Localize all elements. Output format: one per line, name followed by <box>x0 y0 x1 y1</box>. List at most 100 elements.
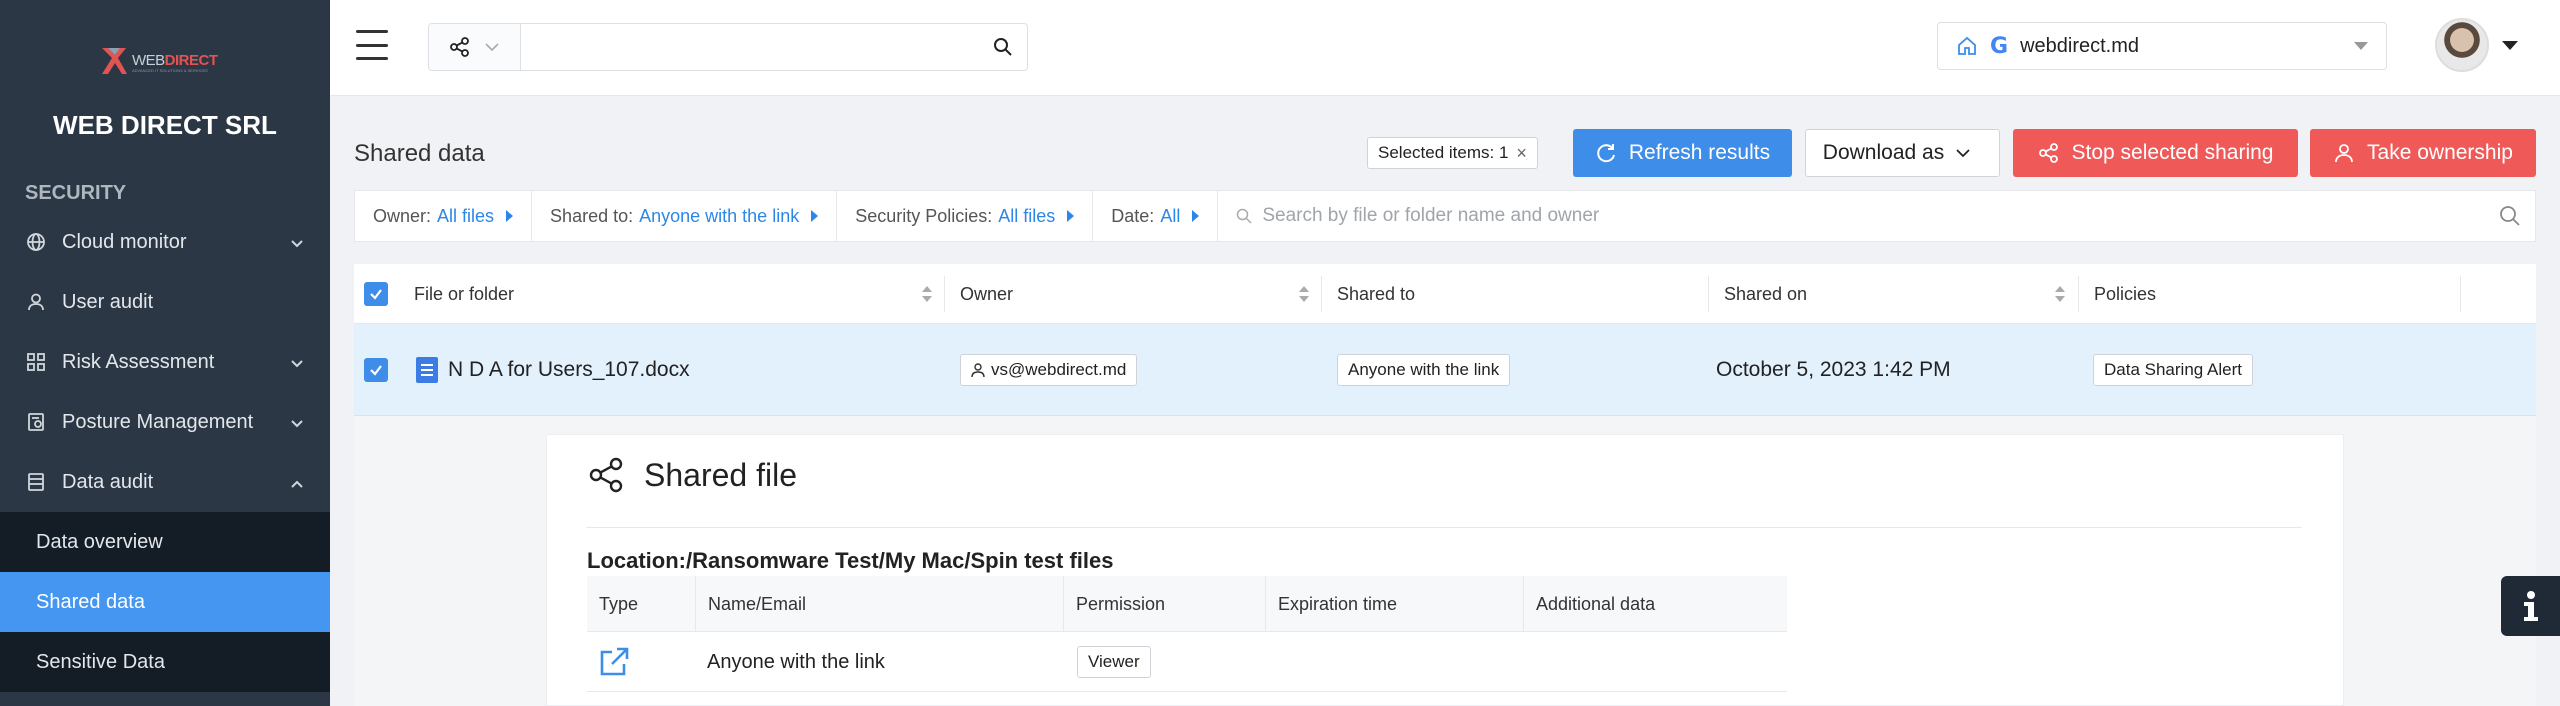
external-link-icon[interactable] <box>597 645 631 679</box>
clipboard-icon <box>24 410 48 434</box>
policy-tag: Data Sharing Alert <box>2093 354 2253 386</box>
sidebar-item-cloud-monitor[interactable]: Cloud monitor <box>0 212 330 272</box>
sidebar-item-data-audit[interactable]: Data audit <box>0 452 330 512</box>
filter-label: Owner: <box>373 205 432 226</box>
caret-right-icon <box>1192 210 1200 222</box>
home-icon <box>1958 36 1976 55</box>
user-icon <box>24 290 48 314</box>
sidebar-item-label: Posture Management <box>62 410 254 433</box>
table-row[interactable]: N D A for Users_107.docx vs@webdirect.md… <box>354 324 2536 416</box>
permissions-table-header: Type Name/Email Permission Expiration ti… <box>587 576 1787 632</box>
logo-mark-icon <box>102 48 127 74</box>
share-icon <box>2038 143 2058 163</box>
search-input[interactable] <box>523 24 983 70</box>
column-header-expiration: Expiration time <box>1265 576 1523 632</box>
file-cell[interactable]: N D A for Users_107.docx <box>416 324 690 416</box>
search-icon[interactable] <box>2499 205 2521 227</box>
file-search <box>1218 190 2535 242</box>
user-icon <box>2335 144 2353 163</box>
permission-cell: Viewer <box>1077 632 1151 692</box>
logo-tagline: ADVANCED IT SOLUTIONS & SERVICES <box>132 68 208 73</box>
sidebar-subitem-label: Sensitive Data <box>36 650 165 673</box>
selected-items-badge: Selected items: 1 × <box>1367 137 1538 169</box>
sort-icon[interactable] <box>2054 284 2066 304</box>
info-button[interactable] <box>2501 576 2560 636</box>
share-icon <box>450 37 469 57</box>
column-header-file[interactable]: File or folder <box>414 264 514 324</box>
sidebar-item-label: Risk Assessment <box>62 350 215 373</box>
filter-value: Anyone with the link <box>639 205 800 226</box>
sidebar-item-label: User audit <box>62 290 154 313</box>
download-as-button[interactable]: Download as <box>1805 129 2000 177</box>
sort-icon[interactable] <box>921 284 933 304</box>
user-icon <box>971 363 985 378</box>
close-icon[interactable]: × <box>1516 143 1527 164</box>
filter-owner[interactable]: Owner: All files <box>355 190 533 242</box>
info-icon <box>2523 591 2538 621</box>
filter-value: All files <box>437 205 495 226</box>
policies-cell: Data Sharing Alert <box>2093 324 2253 416</box>
row-checkbox[interactable] <box>364 358 388 382</box>
name-cell: Anyone with the link <box>707 650 885 673</box>
search-icon[interactable] <box>993 37 1013 57</box>
button-label: Refresh results <box>1628 141 1771 164</box>
filter-date[interactable]: Date: All <box>1093 190 1219 242</box>
filter-security-policies[interactable]: Security Policies: All files <box>837 190 1094 242</box>
chevron-down-icon <box>290 234 304 248</box>
sidebar-subitem-label: Shared data <box>36 590 145 613</box>
refresh-results-button[interactable]: Refresh results <box>1573 129 1792 177</box>
google-icon: G <box>1990 33 2009 59</box>
database-icon <box>24 470 48 494</box>
company-name: WEB DIRECT SRL <box>53 110 277 140</box>
company-logo[interactable]: WEBDIRECT ADVANCED IT SOLUTIONS & SERVIC… <box>98 44 238 78</box>
column-header-policies: Policies <box>2094 283 2157 304</box>
permissions-table-row: Anyone with the link Viewer <box>587 632 1787 692</box>
sidebar-item-label: Data audit <box>62 470 154 493</box>
globe-icon <box>24 230 48 254</box>
refresh-icon <box>1597 144 1615 163</box>
global-search <box>428 23 1028 71</box>
filter-value: All files <box>998 205 1056 226</box>
sidebar-subitem-shared-data[interactable]: Shared data <box>0 572 330 632</box>
file-search-input[interactable] <box>1262 196 2363 236</box>
menu-icon[interactable] <box>356 30 388 60</box>
sidebar-subitem-sensitive-data[interactable]: Sensitive Data <box>0 632 330 692</box>
sidebar-item-posture-management[interactable]: Posture Management <box>0 392 330 452</box>
button-label: Download as <box>1822 141 1945 164</box>
column-header-owner[interactable]: Owner <box>960 264 1013 324</box>
button-label: Stop selected sharing <box>2071 141 2274 164</box>
table-header: File or folder Owner Shared to Shared on… <box>354 264 2536 324</box>
sidebar: WEBDIRECT ADVANCED IT SOLUTIONS & SERVIC… <box>0 0 330 706</box>
chevron-down-icon <box>290 414 304 428</box>
chevron-up-icon <box>290 474 304 488</box>
sidebar-item-risk-assessment[interactable]: Risk Assessment <box>0 332 330 392</box>
filter-bar: Owner: All files Shared to: Anyone with … <box>354 190 2536 242</box>
take-ownership-button[interactable]: Take ownership <box>2310 129 2536 177</box>
shared-on-cell: October 5, 2023 1:42 PM <box>1716 358 1951 381</box>
file-location: Location:/Ransomware Test/My Mac/Spin te… <box>587 548 1114 573</box>
page-title: Shared data <box>354 140 485 167</box>
domain-select[interactable]: G webdirect.md <box>1937 22 2387 70</box>
column-header-name: Name/Email <box>695 576 1063 632</box>
sort-icon[interactable] <box>1298 284 1310 304</box>
filter-shared-to[interactable]: Shared to: Anyone with the link <box>532 190 838 242</box>
caret-right-icon <box>1067 210 1075 222</box>
caret-down-icon[interactable] <box>2502 41 2518 50</box>
column-header-additional: Additional data <box>1523 576 1787 632</box>
select-all-checkbox[interactable] <box>364 282 388 306</box>
sidebar-item-user-audit[interactable]: User audit <box>0 272 330 332</box>
avatar[interactable] <box>2435 18 2489 72</box>
button-label: Take ownership <box>2367 141 2513 164</box>
shared-to-cell: Anyone with the link <box>1337 324 1511 416</box>
sidebar-subitem-label: Data overview <box>36 530 163 553</box>
sidebar-subitem-data-overview[interactable]: Data overview <box>0 512 330 572</box>
column-header-shared-to: Shared to <box>1337 283 1416 304</box>
sidebar-item-label: Cloud monitor <box>62 230 187 253</box>
stop-sharing-button[interactable]: Stop selected sharing <box>2013 129 2298 177</box>
column-header-shared-on[interactable]: Shared on <box>1724 264 1807 324</box>
check-icon <box>370 365 382 376</box>
filter-label: Shared to: <box>550 205 634 226</box>
owner-tag: vs@webdirect.md <box>960 354 1138 386</box>
search-scope-select[interactable] <box>429 24 521 70</box>
domain-value: webdirect.md <box>2020 34 2139 57</box>
